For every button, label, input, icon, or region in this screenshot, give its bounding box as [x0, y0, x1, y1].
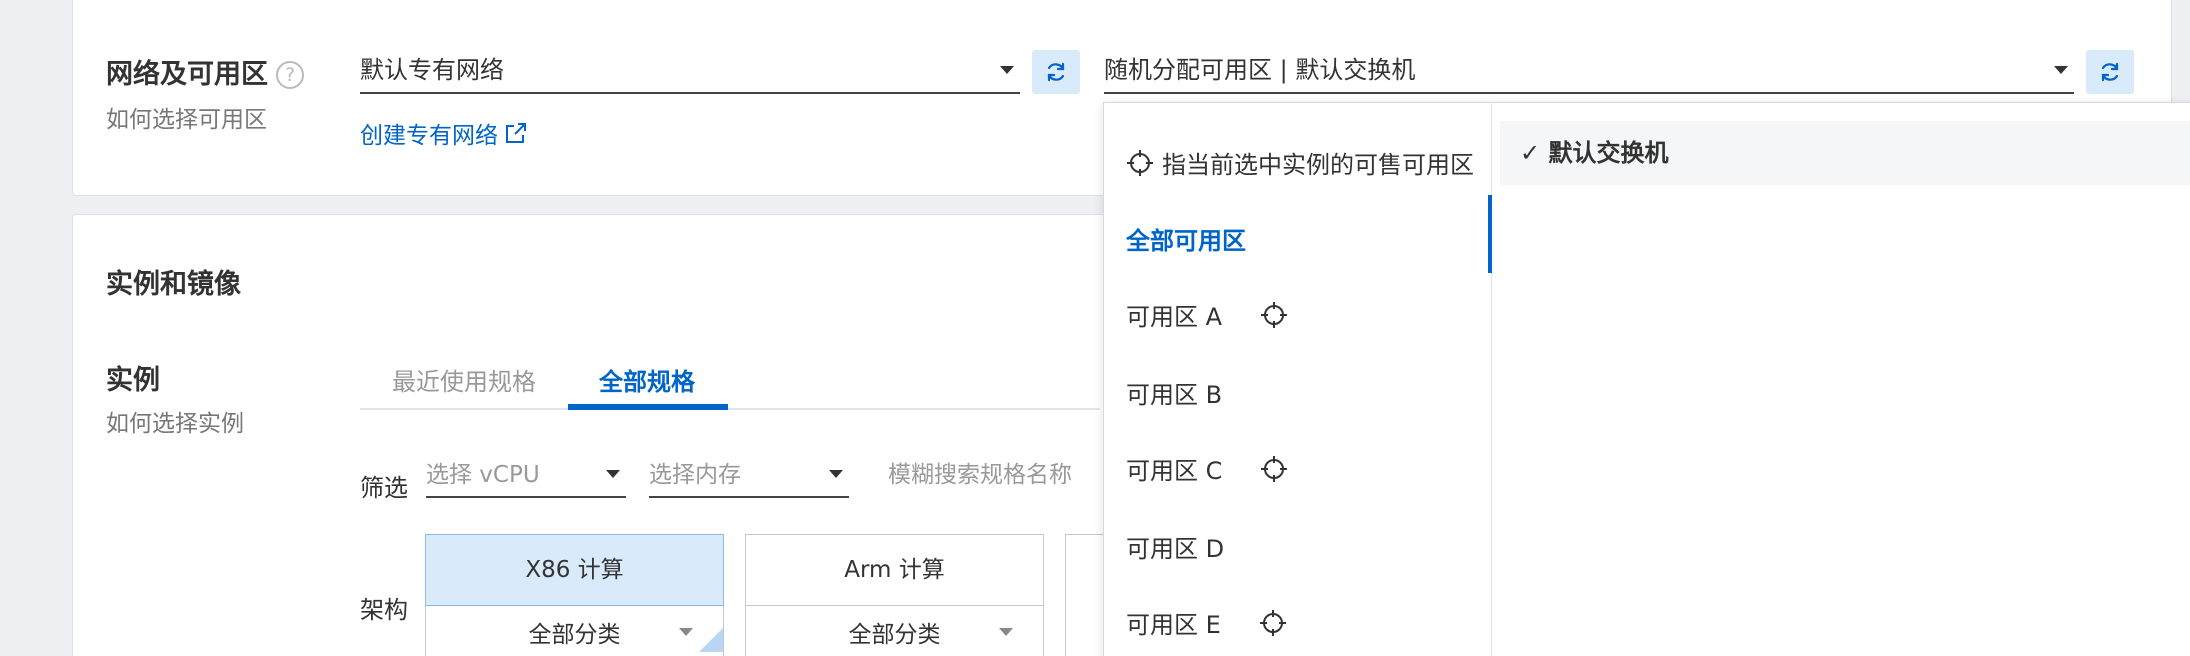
create-vpc-link[interactable]: 创建专有网络: [360, 116, 528, 150]
tab-all-specs[interactable]: 全部规格: [599, 362, 695, 397]
zone-list: 指当前选中实例的可售可用区 全部可用区 可用区 A 可用区 B 可用区 C 可用…: [1104, 103, 1492, 656]
instance-help-link[interactable]: 如何选择实例: [106, 404, 244, 438]
vpc-select[interactable]: 默认专有网络: [360, 50, 1020, 94]
arch-option-arm[interactable]: Arm 计算: [745, 534, 1044, 606]
zone-select[interactable]: 随机分配可用区 | 默认交换机: [1104, 50, 2074, 94]
chevron-down-icon: [1000, 66, 1014, 74]
external-link-icon: [506, 123, 526, 143]
zone-item-d[interactable]: 可用区 D: [1126, 529, 1224, 564]
crosshair-icon: [1261, 455, 1288, 482]
crosshair-icon: [1127, 149, 1153, 176]
spec-search-placeholder: 模糊搜索规格名称: [888, 462, 1072, 488]
chevron-down-icon: [829, 470, 843, 478]
vpc-refresh-button[interactable]: [1032, 50, 1080, 94]
help-icon[interactable]: ?: [276, 61, 304, 89]
refresh-icon: [2101, 62, 2119, 82]
zone-item-all[interactable]: 全部可用区: [1126, 221, 1246, 256]
vpc-select-value: 默认专有网络: [360, 56, 504, 84]
section-title: 实例和镜像: [106, 269, 241, 300]
zone-item-e[interactable]: 可用区 E: [1126, 605, 1287, 640]
network-label: 网络及可用区?: [106, 52, 304, 91]
crosshair-icon: [1259, 609, 1286, 636]
network-help-link[interactable]: 如何选择可用区: [106, 100, 267, 134]
spec-search-input[interactable]: 模糊搜索规格名称: [888, 456, 1104, 498]
tab-active-indicator: [568, 404, 728, 410]
refresh-icon: [1047, 62, 1065, 82]
zone-select-value: 随机分配可用区 | 默认交换机: [1104, 56, 1416, 84]
check-icon: ✓: [1520, 139, 1541, 167]
chevron-down-icon: [606, 470, 620, 478]
vcpu-select[interactable]: 选择 vCPU: [426, 456, 626, 498]
switch-option-default[interactable]: ✓ 默认交换机: [1500, 121, 2190, 185]
zone-item-c[interactable]: 可用区 C: [1126, 451, 1288, 486]
arch-x86-category-select[interactable]: 全部分类: [425, 606, 724, 656]
chevron-down-icon: [679, 628, 693, 636]
zone-refresh-button[interactable]: [2086, 50, 2134, 94]
instance-label: 实例: [106, 365, 160, 396]
chevron-down-icon: [2054, 66, 2068, 74]
zone-item-b[interactable]: 可用区 B: [1126, 375, 1222, 410]
filter-label: 筛选: [360, 474, 408, 502]
zone-active-indicator: [1488, 195, 1492, 273]
tab-divider: [360, 408, 1100, 410]
zone-item-available-for-instance[interactable]: 指当前选中实例的可售可用区: [1126, 145, 1474, 180]
arch-label: 架构: [360, 596, 408, 624]
memory-select-placeholder: 选择内存: [649, 462, 741, 488]
zone-dropdown: 指当前选中实例的可售可用区 全部可用区 可用区 A 可用区 B 可用区 C 可用…: [1103, 102, 2190, 656]
tab-recent-specs[interactable]: 最近使用规格: [392, 362, 536, 397]
selected-corner-icon: [699, 628, 723, 652]
arch-option-x86[interactable]: X86 计算: [425, 534, 724, 606]
chevron-down-icon: [999, 628, 1013, 636]
crosshair-icon: [1261, 301, 1288, 328]
vcpu-select-placeholder: 选择 vCPU: [426, 462, 540, 488]
memory-select[interactable]: 选择内存: [649, 456, 849, 498]
arch-arm-category-select[interactable]: 全部分类: [745, 606, 1044, 656]
zone-item-a[interactable]: 可用区 A: [1126, 297, 1288, 332]
